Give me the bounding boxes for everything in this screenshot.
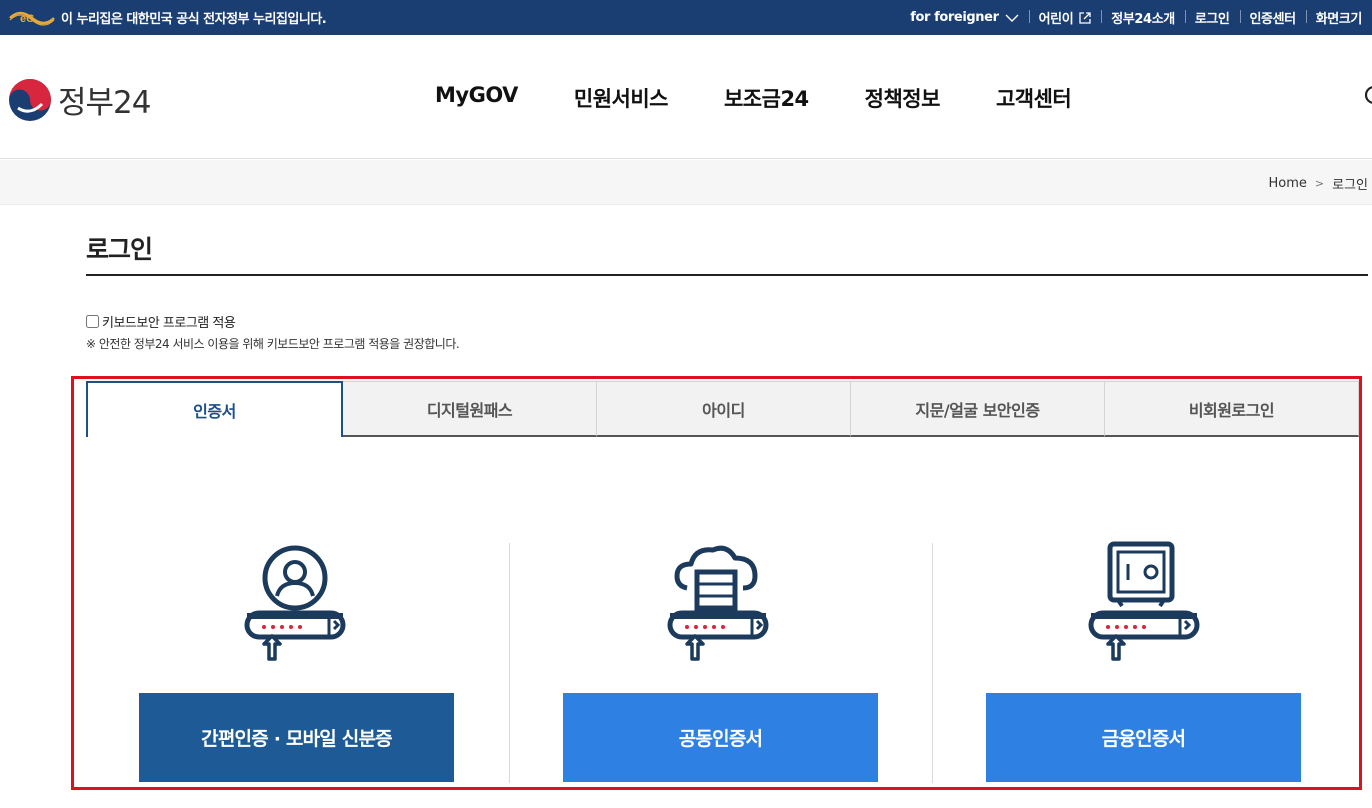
gov24-logo[interactable]: 정부24 — [8, 77, 151, 122]
screen-size-label: 화면크기 — [1315, 12, 1363, 27]
site-header: 정부24 MyGOV 민원서비스 보조금24 정책정보 고객센터 — [0, 35, 1372, 159]
official-notice: 이 누리집은 대한민국 공식 전자정부 누리집입니다. — [61, 12, 327, 27]
for-foreigner-label: for foreigner — [910, 10, 999, 25]
nav-customer-center[interactable]: 고객센터 — [996, 83, 1072, 113]
keyboard-security-label: 키보드보안 프로그램 적용 — [102, 316, 236, 331]
nav-civil-service[interactable]: 민원서비스 — [574, 83, 669, 113]
search-icon[interactable] — [1364, 85, 1372, 109]
cloud-server-icon — [667, 545, 769, 661]
nav-subsidy24[interactable]: 보조금24 — [724, 83, 809, 113]
login-label: 로그인 — [1194, 12, 1230, 27]
for-foreigner-dropdown[interactable]: for foreigner — [900, 10, 1028, 25]
gov-banner: eG 이 누리집은 대한민국 공식 전자정부 누리집입니다. for forei… — [0, 0, 1372, 35]
nav-policy-info[interactable]: 정책정보 — [865, 83, 941, 113]
breadcrumb-home[interactable]: Home — [1269, 176, 1307, 191]
main-nav: MyGOV 민원서비스 보조금24 정책정보 고객센터 — [435, 83, 1127, 113]
utility-nav: for foreigner 어린이 정부24소개 로그인 인증센터 화면크기 — [900, 0, 1372, 35]
cert-center-label: 인증센터 — [1249, 12, 1297, 27]
breadcrumb-bar: Home > 로그인 — [0, 160, 1372, 205]
about-label: 정부24소개 — [1111, 12, 1175, 27]
egov-mark-icon: eG — [9, 11, 55, 26]
keyboard-security-checkbox[interactable] — [86, 315, 99, 328]
cert-center-link[interactable]: 인증센터 — [1239, 8, 1306, 27]
title-divider — [86, 274, 1368, 276]
column-divider — [932, 543, 933, 783]
person-icon — [244, 545, 346, 661]
logo-text: 정부24 — [58, 85, 151, 121]
external-link-icon — [1079, 11, 1091, 24]
screen-size-button[interactable]: 화면크기 — [1305, 8, 1372, 27]
tab-digital-onepass[interactable]: 디지털원패스 — [343, 381, 597, 437]
nav-mygov[interactable]: MyGOV — [435, 83, 518, 113]
breadcrumb-separator-icon: > — [1314, 177, 1325, 190]
tab-biometric[interactable]: 지문/얼굴 보안인증 — [851, 381, 1105, 437]
svg-text:eG: eG — [20, 13, 35, 25]
kids-label: 어린이 — [1038, 12, 1074, 27]
tab-non-member[interactable]: 비회원로그인 — [1105, 381, 1359, 437]
keyboard-security-note: ※ 안전한 정부24 서비스 이용을 위해 키보드보안 프로그램 적용을 권장합… — [86, 337, 460, 351]
column-divider — [509, 543, 510, 783]
simple-auth-mobile-id-button[interactable]: 간편인증 · 모바일 신분증 — [139, 693, 454, 782]
tab-id[interactable]: 아이디 — [597, 381, 851, 437]
chevron-down-icon — [1005, 14, 1019, 22]
about-link[interactable]: 정부24소개 — [1101, 8, 1185, 27]
safe-icon — [1088, 541, 1200, 661]
financial-certificate-button[interactable]: 금융인증서 — [986, 693, 1301, 782]
login-link[interactable]: 로그인 — [1184, 8, 1240, 27]
kids-link[interactable]: 어린이 — [1028, 8, 1102, 27]
page-title: 로그인 — [86, 235, 153, 264]
breadcrumb: Home > 로그인 — [1269, 174, 1369, 193]
taegeuk-logo-icon — [9, 78, 51, 121]
tab-certificate[interactable]: 인증서 — [86, 381, 343, 437]
keyboard-security-option[interactable]: 키보드보안 프로그램 적용 — [86, 312, 236, 331]
login-method-tabs: 인증서 디지털원패스 아이디 지문/얼굴 보안인증 비회원로그인 — [86, 381, 1359, 437]
joint-certificate-button[interactable]: 공동인증서 — [563, 693, 878, 782]
breadcrumb-current: 로그인 — [1332, 178, 1368, 193]
